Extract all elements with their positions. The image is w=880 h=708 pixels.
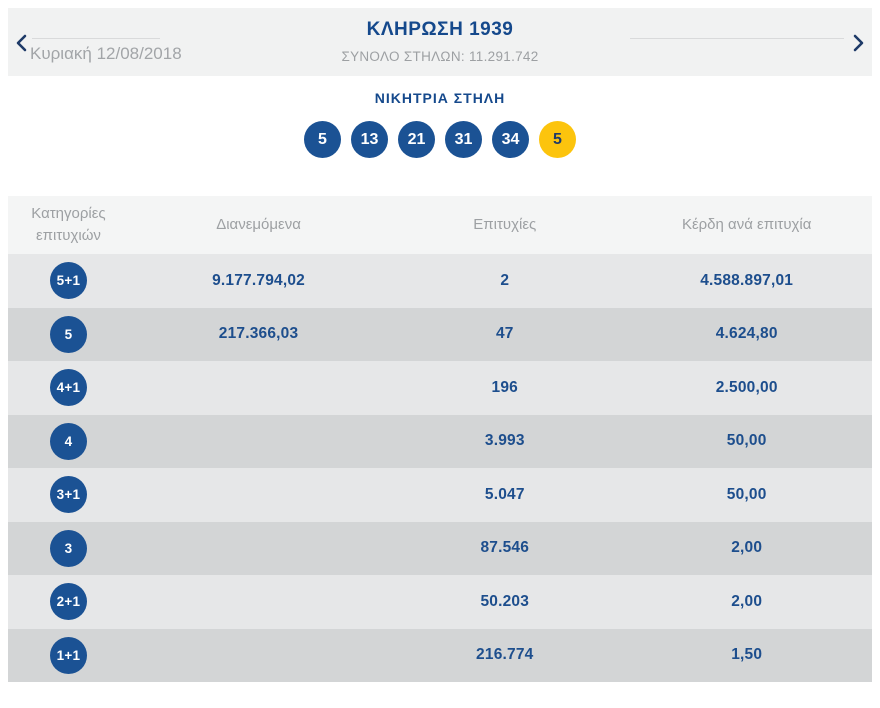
winning-number-ball: 5 bbox=[304, 121, 341, 158]
table-header-row: Κατηγορίες επιτυχιών Διανεμόμενα Επιτυχί… bbox=[8, 196, 872, 254]
column-header-winners: Επιτυχίες bbox=[473, 215, 537, 233]
draw-title: ΚΛΗΡΩΣΗ 1939 bbox=[366, 19, 514, 40]
table-row: 3+1 5.047 50,00 bbox=[8, 468, 872, 522]
winners-value: 2 bbox=[500, 271, 510, 289]
table-row: 1+1 216.774 1,50 bbox=[8, 628, 872, 682]
winners-value: 47 bbox=[495, 325, 514, 343]
category-badge: 3+1 bbox=[49, 476, 87, 514]
category-badge: 1+1 bbox=[49, 636, 87, 674]
winners-value: 216.774 bbox=[476, 646, 534, 664]
table-row: 4+1 196 2.500,00 bbox=[8, 361, 872, 415]
column-header-prize: Κέρδη ανά επιτυχία bbox=[681, 215, 812, 233]
winning-number-ball: 31 bbox=[445, 121, 482, 158]
joker-draw-results-page: ΚΛΗΡΩΣΗ 1939 ΣΥΝΟΛΟ ΣΤΗΛΩΝ: 11.291.742 Κ… bbox=[0, 0, 880, 708]
distributed-value: 217.366,03 bbox=[218, 325, 299, 343]
winners-value: 50.203 bbox=[480, 592, 530, 610]
table-row: 4 3.993 50,00 bbox=[8, 414, 872, 468]
prize-value: 2,00 bbox=[731, 592, 763, 610]
draw-date: Κυριακή 12/08/2018 bbox=[30, 44, 182, 63]
category-badge: 4+1 bbox=[49, 369, 87, 407]
winning-column-title: ΝΙΚΗΤΡΙΑ ΣΤΗΛΗ bbox=[374, 90, 506, 106]
winners-value: 196 bbox=[491, 378, 518, 396]
prize-value: 4.588.897,01 bbox=[700, 271, 794, 289]
prize-value: 2.500,00 bbox=[715, 378, 778, 396]
winners-value: 5.047 bbox=[484, 485, 525, 503]
joker-number-ball: 5 bbox=[539, 121, 576, 158]
prize-value: 50,00 bbox=[726, 485, 767, 503]
category-badge: 4 bbox=[49, 422, 87, 460]
winning-number-ball: 21 bbox=[398, 121, 435, 158]
table-row: 2+1 50.203 2,00 bbox=[8, 575, 872, 629]
category-badge: 5 bbox=[49, 315, 87, 353]
column-header-categories: Κατηγορίες επιτυχιών bbox=[31, 204, 106, 245]
winning-column-section: ΝΙΚΗΤΡΙΑ ΣΤΗΛΗ 5 13 21 31 34 5 bbox=[0, 90, 880, 158]
prize-table: Κατηγορίες επιτυχιών Διανεμόμενα Επιτυχί… bbox=[8, 196, 872, 682]
category-badge: 2+1 bbox=[49, 583, 87, 621]
winning-number-ball: 34 bbox=[492, 121, 529, 158]
draw-header: ΚΛΗΡΩΣΗ 1939 ΣΥΝΟΛΟ ΣΤΗΛΩΝ: 11.291.742 Κ… bbox=[8, 8, 872, 76]
category-badge: 3 bbox=[49, 529, 87, 567]
next-draw-button[interactable] bbox=[848, 32, 870, 54]
chevron-right-icon bbox=[853, 34, 865, 52]
prize-value: 4.624,80 bbox=[715, 325, 778, 343]
prize-value: 1,50 bbox=[731, 646, 763, 664]
winning-numbers: 5 13 21 31 34 5 bbox=[0, 121, 880, 158]
table-row: 5 217.366,03 47 4.624,80 bbox=[8, 307, 872, 361]
winning-number-ball: 13 bbox=[351, 121, 388, 158]
winners-value: 87.546 bbox=[480, 539, 530, 557]
category-badge: 5+1 bbox=[49, 262, 87, 300]
winners-value: 3.993 bbox=[484, 432, 525, 450]
prize-value: 50,00 bbox=[726, 432, 767, 450]
column-header-distributed: Διανεμόμενα bbox=[216, 215, 301, 233]
table-row: 3 87.546 2,00 bbox=[8, 521, 872, 575]
table-row: 5+1 9.177.794,02 2 4.588.897,01 bbox=[8, 254, 872, 308]
prize-value: 2,00 bbox=[731, 539, 763, 557]
distributed-value: 9.177.794,02 bbox=[212, 271, 305, 289]
